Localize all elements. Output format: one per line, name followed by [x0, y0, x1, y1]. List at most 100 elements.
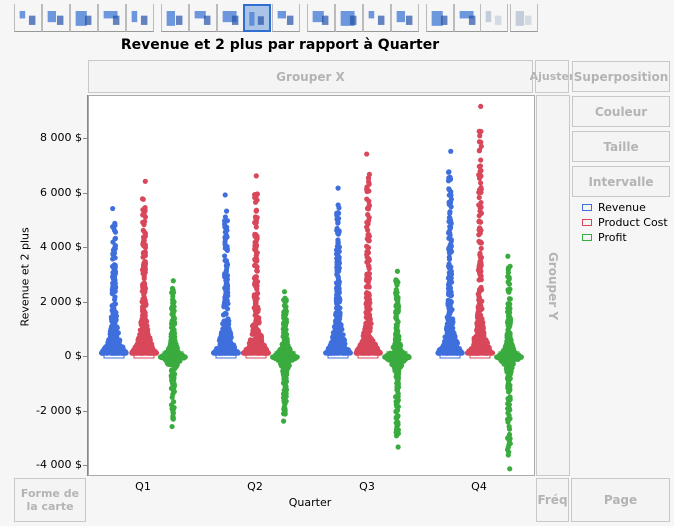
data-point[interactable] [448, 236, 454, 243]
data-point[interactable] [505, 405, 512, 411]
data-point[interactable] [112, 264, 118, 271]
x-axis-title[interactable]: Quarter [280, 496, 340, 509]
data-point[interactable] [254, 338, 260, 344]
data-point[interactable] [508, 337, 514, 343]
data-point[interactable] [393, 315, 399, 321]
data-point[interactable] [142, 178, 148, 184]
data-point[interactable] [476, 232, 482, 238]
data-point[interactable] [478, 128, 484, 135]
data-point[interactable] [134, 347, 140, 353]
data-point[interactable] [448, 268, 454, 274]
data-point[interactable] [342, 350, 348, 356]
data-point[interactable] [506, 449, 512, 455]
data-point[interactable] [506, 287, 512, 293]
data-point[interactable] [281, 376, 287, 382]
data-point[interactable] [336, 210, 342, 216]
data-point[interactable] [335, 230, 341, 236]
data-point[interactable] [366, 238, 372, 244]
data-point[interactable] [364, 151, 370, 157]
data-point[interactable] [226, 318, 232, 324]
data-point[interactable] [141, 237, 147, 243]
data-point[interactable] [366, 317, 372, 323]
interval-zone[interactable]: Intervalle [572, 166, 670, 197]
data-point[interactable] [226, 340, 232, 347]
data-point[interactable] [328, 340, 334, 346]
data-point[interactable] [505, 418, 511, 424]
data-point[interactable] [365, 227, 371, 233]
data-point[interactable] [281, 332, 287, 338]
data-point[interactable] [220, 331, 227, 338]
data-point[interactable] [140, 269, 147, 275]
data-point[interactable] [397, 363, 403, 369]
data-point[interactable] [447, 310, 453, 317]
data-point[interactable] [366, 181, 372, 187]
page-zone[interactable]: Page [571, 478, 670, 522]
pie-icon[interactable] [335, 4, 363, 32]
data-point[interactable] [335, 219, 341, 226]
data-point[interactable] [393, 292, 400, 298]
data-point[interactable] [506, 434, 512, 440]
data-point[interactable] [253, 173, 259, 179]
data-point[interactable] [366, 266, 372, 272]
data-point[interactable] [478, 180, 484, 186]
data-point[interactable] [340, 332, 346, 338]
data-point[interactable] [142, 261, 149, 267]
data-point[interactable] [142, 242, 149, 248]
data-point[interactable] [222, 223, 228, 229]
data-point[interactable] [478, 103, 484, 109]
data-point[interactable] [255, 290, 261, 296]
plot-area[interactable] [88, 95, 535, 476]
data-point[interactable] [478, 143, 484, 149]
data-point[interactable] [223, 311, 229, 317]
data-point[interactable] [476, 219, 482, 225]
data-point[interactable] [140, 219, 146, 225]
data-point[interactable] [109, 289, 115, 296]
data-point[interactable] [476, 194, 482, 201]
data-point[interactable] [217, 350, 224, 356]
data-point[interactable] [447, 176, 453, 182]
data-point[interactable] [335, 185, 341, 191]
data-point[interactable] [445, 325, 451, 331]
data-point[interactable] [286, 345, 292, 351]
data-point[interactable] [337, 338, 343, 345]
data-point[interactable] [112, 329, 118, 336]
map-shape-zone[interactable]: Forme de la carte [14, 478, 86, 522]
data-point[interactable] [507, 466, 513, 472]
data-point[interactable] [456, 345, 462, 352]
data-point[interactable] [112, 294, 118, 300]
data-point[interactable] [252, 277, 259, 283]
data-point[interactable] [253, 242, 260, 248]
data-point[interactable] [393, 420, 399, 426]
data-point[interactable] [516, 355, 522, 361]
data-point[interactable] [506, 423, 512, 430]
data-point[interactable] [335, 274, 341, 280]
data-point[interactable] [347, 350, 353, 356]
data-point[interactable] [448, 241, 454, 247]
data-point[interactable] [226, 350, 232, 356]
data-point[interactable] [474, 327, 480, 333]
data-point[interactable] [110, 310, 116, 316]
data-point[interactable] [374, 350, 380, 356]
data-point[interactable] [364, 290, 370, 296]
data-point[interactable] [110, 205, 116, 212]
data-point[interactable] [114, 325, 120, 331]
heatmap-icon[interactable] [307, 4, 335, 32]
data-point[interactable] [478, 210, 484, 216]
data-point[interactable] [476, 227, 482, 233]
data-point[interactable] [146, 339, 152, 345]
data-point[interactable] [392, 368, 398, 374]
data-point[interactable] [281, 404, 287, 410]
data-point[interactable] [282, 408, 288, 415]
data-point[interactable] [169, 285, 176, 292]
data-point[interactable] [448, 298, 454, 305]
data-point[interactable] [401, 353, 407, 360]
data-point[interactable] [244, 350, 250, 356]
y-axis-title[interactable]: Revenue et 2 plus [19, 227, 32, 326]
data-point[interactable] [170, 314, 177, 320]
data-point[interactable] [335, 202, 341, 208]
data-point[interactable] [169, 377, 175, 383]
data-point[interactable] [443, 349, 449, 355]
data-point[interactable] [365, 279, 371, 285]
color-zone[interactable]: Couleur [572, 96, 670, 127]
data-point[interactable] [112, 301, 118, 307]
